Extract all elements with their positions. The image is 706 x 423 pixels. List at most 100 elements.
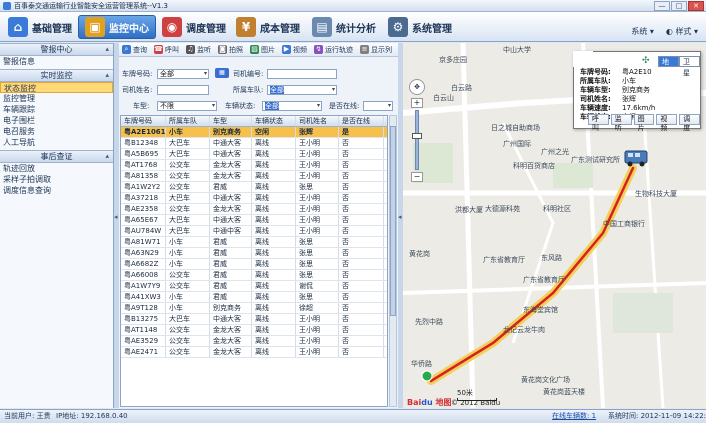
table-row[interactable]: 粤A1W2Y2 公交车 君威 离线 张思否: [121, 182, 387, 193]
table-row[interactable]: 粤A81W71 小车 君威 离线 张思否: [121, 237, 387, 248]
table-cell: 是: [339, 127, 384, 137]
section-alarm-center[interactable]: 警报中心: [0, 43, 113, 56]
table-cell: 别克商务: [210, 303, 252, 313]
image-button[interactable]: ▨ 图片: [250, 45, 275, 55]
col-status[interactable]: 车辆状态: [252, 116, 296, 126]
table-row[interactable]: 粤A1W7Y9 公交车 君威 离线 谢侃否: [121, 281, 387, 292]
table-cell: 张辉: [296, 127, 339, 137]
listen-button[interactable]: ♫ 监听: [186, 45, 211, 55]
sidebar-item-photo-fetch[interactable]: 采样子拍调取: [0, 174, 113, 185]
map-view[interactable]: 京多庄园 中山大学 白云路 白云山 日之城自助商场 广州国际 广州之光 广东测试研究所 科明百货…: [403, 43, 706, 408]
zoom-out-button[interactable]: −: [411, 172, 423, 182]
call-button[interactable]: ☎ 呼叫: [154, 45, 179, 55]
vehicle-marker[interactable]: [621, 147, 651, 169]
table-row[interactable]: 粤AT1148 公交车 金龙大客 离线 王小明否: [121, 325, 387, 336]
video-button[interactable]: ▶ 视频: [282, 45, 307, 55]
col-team[interactable]: 所属车队: [166, 116, 210, 126]
driver-name-input[interactable]: [157, 84, 209, 95]
status-select[interactable]: 全部: [262, 100, 322, 111]
table-scrollbar[interactable]: [389, 115, 397, 407]
online-select[interactable]: [363, 100, 393, 111]
popup-label: 车牌号码:: [580, 68, 611, 76]
style-menu[interactable]: ◐ 样式 ▾: [666, 26, 698, 37]
zoom-slider-handle[interactable]: [412, 133, 422, 139]
table-row[interactable]: 粤A65E67 大巴车 中通大客 离线 王小明否: [121, 215, 387, 226]
popup-listen-button[interactable]: 监听: [610, 114, 632, 132]
table-row[interactable]: 粤A9T128 小车 别克商务 离线 徐超否: [121, 303, 387, 314]
nav-monitor-center[interactable]: ▣ 监控中心: [78, 15, 156, 39]
table-row[interactable]: 粤B13275 大巴车 中通大客 离线 王小明否: [121, 314, 387, 325]
minimize-button[interactable]: —: [654, 1, 670, 11]
sidebar-item-dispatch-query[interactable]: 调度信息查询: [0, 185, 113, 196]
sidebar-item-call-service[interactable]: 电召服务: [0, 126, 113, 137]
status-online-count[interactable]: 在线车辆数: 1: [552, 410, 596, 423]
col-plate[interactable]: 车牌号码: [121, 116, 166, 126]
popup-row: 车牌号码: 粤A2E10: [580, 68, 700, 77]
section-post-check[interactable]: 事后查证: [0, 150, 113, 163]
popup-dispatch-button[interactable]: 调度: [679, 114, 700, 132]
sidebar-item-vehicle-track[interactable]: 车辆跟踪: [0, 104, 113, 115]
table-cell: 张思: [296, 292, 339, 302]
type-select[interactable]: 不限: [157, 100, 217, 111]
table-row[interactable]: 粤A37218 大巴车 中通大客 离线 王小明否: [121, 193, 387, 204]
table-cell: 王小明: [296, 325, 339, 335]
col-online[interactable]: 是否在线: [339, 116, 384, 126]
table-cell: 空闲: [252, 127, 296, 137]
locate-icon[interactable]: ✣: [642, 56, 652, 66]
pan-control[interactable]: ✥: [409, 79, 425, 95]
table-row[interactable]: 粤A41XW3 小车 君威 离线 张思否: [121, 292, 387, 303]
table-row[interactable]: 粤A63N29 小车 君威 离线 张思否: [121, 248, 387, 259]
popup-video-button[interactable]: 视频: [656, 114, 678, 132]
map-type-satellite[interactable]: 卫星: [679, 56, 700, 77]
popup-label: 车辆车型:: [580, 86, 611, 94]
track-button[interactable]: ↯ 运行轨迹: [314, 45, 353, 55]
system-menu[interactable]: 系统 ▾: [631, 26, 654, 37]
table-row[interactable]: 粤A6682Z 小车 君威 离线 张思否: [121, 259, 387, 270]
nav-dispatch-management[interactable]: ◉ 调度管理: [162, 15, 226, 39]
table-row[interactable]: 粤AT1768 公交车 金龙大客 离线 王小明否: [121, 160, 387, 171]
popup-call-button[interactable]: 呼叫: [588, 114, 609, 132]
table-row[interactable]: 粤AU784W 大巴车 中通中客 离线 王小明否: [121, 226, 387, 237]
sidebar-item-geofence[interactable]: 电子围栏: [0, 115, 113, 126]
driver-no-input[interactable]: [267, 68, 337, 79]
table-row[interactable]: 粤AE2358 公交车 金龙大客 离线 王小明否: [121, 204, 387, 215]
table-row[interactable]: 粤A66008 公交车 君威 离线 张思否: [121, 270, 387, 281]
table-cell: 离线: [252, 270, 296, 280]
nav-basic-management[interactable]: ⌂ 基础管理: [8, 15, 72, 39]
table-row[interactable]: 粤AE3529 公交车 金龙大客 离线 王小明否: [121, 336, 387, 347]
nav-statistics[interactable]: ▤ 统计分析: [312, 15, 376, 39]
col-type[interactable]: 车型: [210, 116, 252, 126]
photo-button[interactable]: ◙ 拍照: [218, 45, 243, 55]
sidebar-item-manual-nav[interactable]: 人工导航: [0, 137, 113, 148]
table-cell: 王小明: [296, 160, 339, 170]
sidebar-item-status-monitor[interactable]: 状态监控: [0, 82, 113, 93]
nav-cost-management[interactable]: ¥ 成本管理: [236, 15, 300, 39]
table-cell: 张思: [296, 270, 339, 280]
table-row[interactable]: 粤A81358 公交车 金龙大客 离线 王小明否: [121, 171, 387, 182]
status-time: 系统时间: 2012-11-09 14:22:36: [608, 412, 706, 420]
plate-select[interactable]: 全部: [157, 68, 209, 79]
maximize-button[interactable]: □: [671, 1, 687, 11]
close-button[interactable]: ✕: [688, 1, 704, 11]
section-realtime-monitor[interactable]: 实时监控: [0, 69, 113, 82]
sidebar-item-alarm-info[interactable]: 警报信息: [0, 56, 113, 67]
table-row[interactable]: 粤AE2471 公交车 金龙大客 离线 王小明否: [121, 347, 387, 358]
keyboard-icon[interactable]: ▦: [215, 68, 229, 78]
col-driver[interactable]: 司机姓名: [296, 116, 339, 126]
columns-button[interactable]: ≡ 显示列: [360, 45, 392, 55]
table-row[interactable]: 粤B12348 大巴车 中通大客 离线 王小明否: [121, 138, 387, 149]
nav-system-management[interactable]: ⚙ 系统管理: [388, 15, 452, 39]
sidebar-item-track-playback[interactable]: 轨迹回放: [0, 163, 113, 174]
sidebar-item-monitor-manage[interactable]: 监控管理: [0, 93, 113, 104]
scroll-thumb[interactable]: [390, 126, 396, 316]
team-select[interactable]: 全部: [267, 84, 337, 95]
zoom-slider[interactable]: [412, 110, 422, 170]
table-cell: 否: [339, 248, 384, 258]
map-type-map[interactable]: 地图: [658, 56, 679, 77]
table-row[interactable]: 粤A2E1061 小车 别克商务 空闲 张辉是: [121, 127, 387, 138]
type-label: 车型:: [133, 101, 150, 110]
table-row[interactable]: 粤A5B695 大巴车 中通大客 离线 王小明否: [121, 149, 387, 160]
query-button[interactable]: ⌕ 查询: [122, 45, 147, 55]
popup-image-button[interactable]: 图片: [633, 114, 655, 132]
zoom-in-button[interactable]: +: [411, 98, 423, 108]
